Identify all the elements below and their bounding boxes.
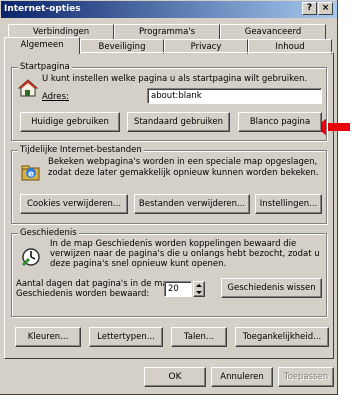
temp-files-line2: zodat deze later gemakkelijk opnieuw kun… [48, 168, 319, 178]
history-line3: deze pagina's snel opnieuw kunt openen. [50, 259, 227, 269]
close-button[interactable]: × [318, 2, 333, 15]
internet-explorer-icon: e [21, 165, 40, 181]
tab-algemeen[interactable]: Algemeen [4, 37, 80, 54]
delete-cookies-button[interactable]: Cookies verwijderen... [20, 194, 128, 214]
history-days-spinner[interactable] [193, 281, 205, 297]
history-label: Geschiedenis [18, 228, 79, 238]
temp-files-line1: Bekeken webpagina's worden in een specia… [48, 157, 318, 167]
startpagina-label: Startpagina [18, 62, 72, 72]
clear-history-button[interactable]: Geschiedenis wissen [221, 278, 322, 298]
accessibility-button[interactable]: Toegankelijkheid... [235, 327, 329, 347]
temp-settings-button[interactable]: Instellingen... [255, 194, 322, 214]
use-default-button[interactable]: Standaard gebruiken [127, 112, 230, 132]
help-button[interactable]: ? [302, 2, 317, 15]
history-days-input[interactable]: 20 [164, 281, 192, 297]
history-days-label-line2: Geschiedenis worden bewaard: [16, 289, 150, 299]
svg-text:e: e [28, 170, 34, 180]
temp-files-group: Tijdelijke Internet-bestanden e Bekeken … [11, 145, 327, 224]
startpagina-description: U kunt instellen welke pagina u als star… [42, 74, 308, 84]
delete-files-button[interactable]: Bestanden verwijderen... [134, 194, 250, 214]
use-blank-button[interactable]: Blanco pagina [238, 112, 322, 132]
home-icon [18, 79, 38, 97]
history-group: Geschiedenis In de map Geschiedenis word… [11, 228, 327, 317]
cancel-button[interactable]: Annuleren [211, 367, 273, 387]
startpagina-group: Startpagina U kunt instellen welke pagin… [11, 62, 327, 141]
window-title: Internet-opties [4, 4, 81, 14]
languages-button[interactable]: Talen... [171, 327, 227, 347]
address-input[interactable]: about:blank [147, 88, 322, 104]
temp-files-label: Tijdelijke Internet-bestanden [18, 145, 144, 155]
address-label: Adres: [42, 92, 69, 102]
general-tab-panel: Startpagina U kunt instellen welke pagin… [4, 52, 334, 359]
apply-button[interactable]: Toepassen [278, 367, 334, 387]
ok-button[interactable]: OK [144, 367, 206, 387]
spinner-arrows-icon [196, 284, 202, 294]
title-bar: Internet-opties [1, 1, 337, 18]
colors-button[interactable]: Kleuren... [15, 327, 81, 347]
internet-options-dialog: Internet-opties ? × Verbindingen Program… [0, 0, 338, 395]
use-current-button[interactable]: Huidige gebruiken [20, 112, 120, 132]
tab-programmas[interactable]: Programma's [114, 24, 220, 39]
fonts-button[interactable]: Lettertypen... [89, 327, 163, 347]
history-icon [22, 248, 40, 266]
tab-geavanceerd[interactable]: Geavanceerd [220, 24, 326, 39]
